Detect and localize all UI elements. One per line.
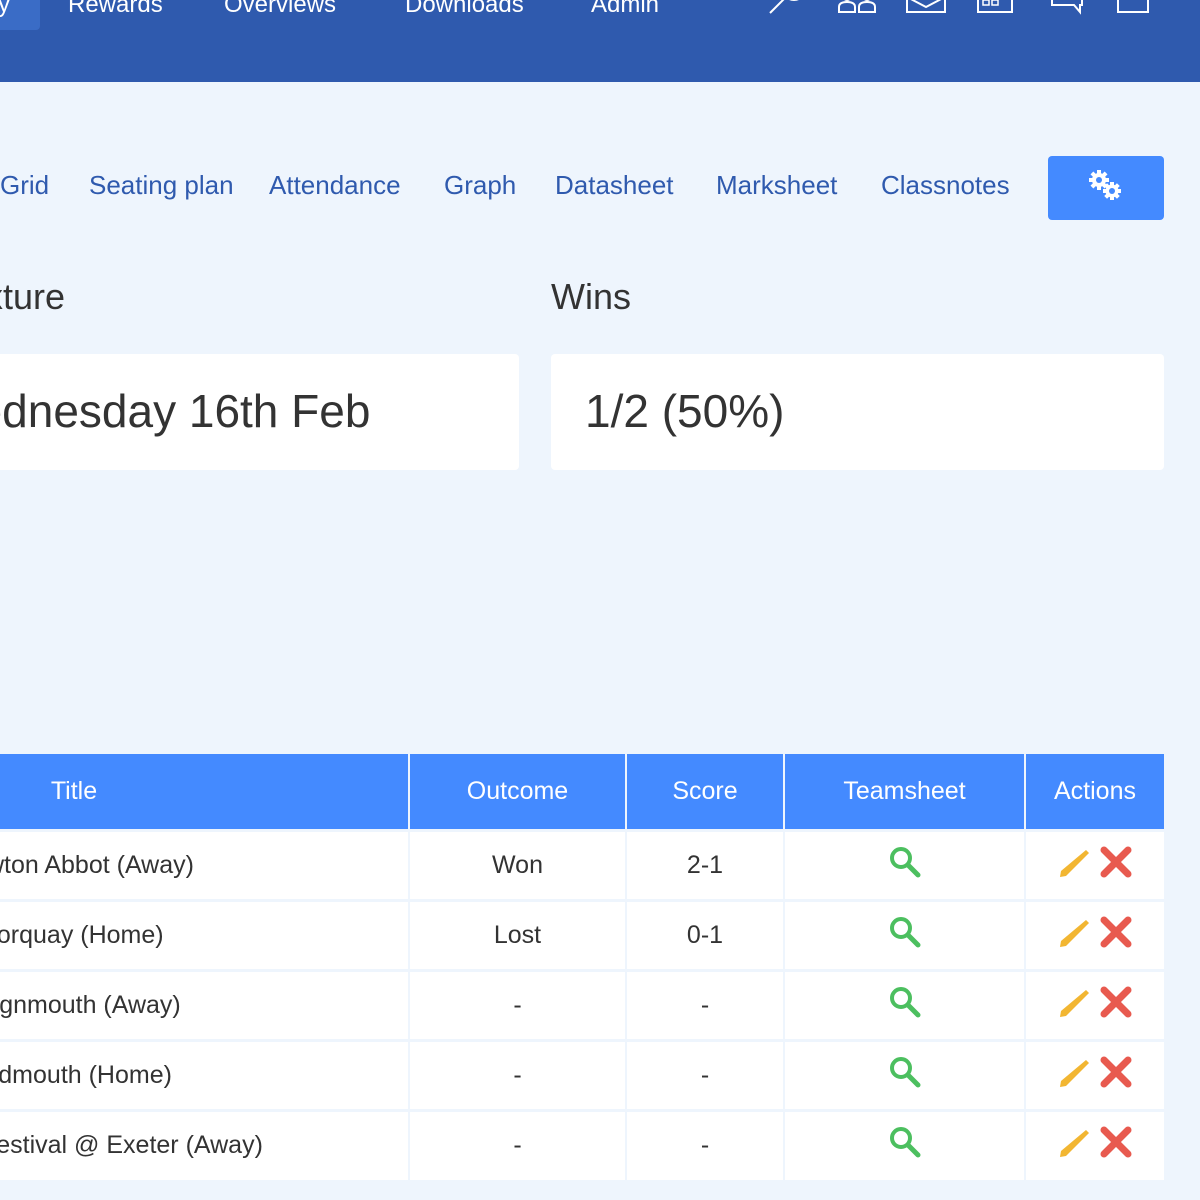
edit-pencil-icon[interactable] (1056, 984, 1092, 1027)
gears-icon (1086, 168, 1126, 209)
tab-label: Graph (444, 170, 517, 200)
fixture-outcome: - (409, 1038, 627, 1110)
mail-icon[interactable] (904, 0, 948, 20)
nav-item-admin[interactable]: Admin (591, 0, 659, 30)
edit-pencil-icon[interactable] (1056, 844, 1092, 887)
tab-label: Attendance (269, 170, 401, 200)
actions-cell (1025, 1108, 1164, 1180)
wins-value: 1/2 (50%) (585, 385, 785, 437)
teamsheet-cell (784, 828, 1026, 900)
chat-icon[interactable] (1042, 0, 1086, 20)
teamsheet-cell (784, 968, 1026, 1040)
tab-label: Classnotes (881, 170, 1010, 200)
fixtures-table: Title Outcome Score Teamsheet Actions Ne… (0, 754, 1164, 1180)
fixture-title: Teignmouth (Away) (0, 968, 410, 1040)
fixture-title: Sidmouth (Home) (0, 1038, 410, 1110)
table-row: Sidmouth (Home) - - (0, 1038, 1164, 1110)
table-row: Teignmouth (Away) - - (0, 968, 1164, 1040)
fixture-score: - (626, 1108, 785, 1180)
tab-label: Datasheet (555, 170, 674, 200)
nav-item-label: Overviews (224, 0, 337, 18)
tab-marksheet[interactable]: Marksheet (716, 170, 837, 201)
edit-note-icon[interactable] (1112, 0, 1156, 20)
edit-pencil-icon[interactable] (1056, 1054, 1092, 1097)
tab-graph[interactable]: Graph (444, 170, 516, 201)
nav-item-overviews[interactable]: Overviews (224, 0, 336, 30)
fixture-score: 2-1 (626, 828, 785, 900)
view-teamsheet-icon[interactable] (887, 844, 923, 887)
search-icon[interactable] (766, 0, 810, 20)
actions-cell (1025, 1038, 1164, 1110)
teamsheet-cell (784, 1108, 1026, 1180)
tab-label: Grid (0, 170, 50, 200)
next-fixture-label: Next fixture (0, 276, 66, 317)
actions-cell (1025, 968, 1164, 1040)
fixture-title: Football Festival @ Exeter (Away) (0, 1108, 410, 1180)
delete-cross-icon[interactable] (1098, 1124, 1134, 1167)
view-teamsheet-icon[interactable] (887, 984, 923, 1027)
view-teamsheet-icon[interactable] (887, 914, 923, 957)
fixture-outcome: - (409, 968, 627, 1040)
table-row: Newton Abbot (Away) Won 2-1 (0, 828, 1164, 900)
fixture-score: - (626, 968, 785, 1040)
fixture-title: Newton Abbot (Away) (0, 828, 410, 900)
column-header-outcome[interactable]: Outcome (409, 754, 627, 830)
tab-attendance[interactable]: Attendance (269, 170, 401, 201)
column-header-title[interactable]: Title (0, 754, 410, 830)
fixture-outcome: Lost (409, 898, 627, 970)
view-teamsheet-icon[interactable] (887, 1054, 923, 1097)
edit-pencil-icon[interactable] (1056, 1124, 1092, 1167)
edit-pencil-icon[interactable] (1056, 914, 1092, 957)
view-teamsheet-icon[interactable] (887, 1124, 923, 1167)
table-header-row: Title Outcome Score Teamsheet Actions (0, 754, 1164, 830)
tab-classnotes[interactable]: Classnotes (881, 170, 1010, 201)
nav-item-label: Downloads (405, 0, 524, 18)
nav-item-label: Rewards (68, 0, 163, 18)
delete-cross-icon[interactable] (1098, 844, 1134, 887)
teamsheet-cell (784, 1038, 1026, 1110)
tab-label: Marksheet (716, 170, 838, 200)
teamsheet-cell (784, 898, 1026, 970)
table-row: Football Festival @ Exeter (Away) - - (0, 1108, 1164, 1180)
users-icon[interactable] (835, 0, 879, 20)
wins-label: Wins (551, 276, 631, 317)
column-header-score[interactable]: Score (626, 754, 785, 830)
actions-cell (1025, 898, 1164, 970)
fixture-score: 0-1 (626, 898, 785, 970)
nav-item-label: Admin (591, 0, 660, 18)
next-fixture-value: Wednesday 16th Feb (0, 385, 371, 437)
fixture-score: - (626, 1038, 785, 1110)
settings-button[interactable] (1048, 156, 1164, 220)
fixture-outcome: - (409, 1108, 627, 1180)
nav-item-downloads[interactable]: Downloads (405, 0, 524, 30)
calendar-icon[interactable] (973, 0, 1017, 20)
table-row: Torquay (Home) Lost 0-1 (0, 898, 1164, 970)
delete-cross-icon[interactable] (1098, 984, 1134, 1027)
delete-cross-icon[interactable] (1098, 1054, 1134, 1097)
column-header-actions: Actions (1025, 754, 1164, 830)
tab-datasheet[interactable]: Datasheet (555, 170, 674, 201)
nav-item-rewards[interactable]: Rewards (68, 0, 163, 30)
tab-grid[interactable]: Grid (0, 170, 49, 201)
tab-seating-plan[interactable]: Seating plan (89, 170, 234, 201)
nav-item-activity[interactable]: y (0, 0, 40, 30)
actions-cell (1025, 828, 1164, 900)
fixture-title: Torquay (Home) (0, 898, 410, 970)
top-nav-bar: y Rewards Overviews Downloads Admin (0, 0, 1200, 82)
delete-cross-icon[interactable] (1098, 914, 1134, 957)
fixture-outcome: Won (409, 828, 627, 900)
column-header-teamsheet: Teamsheet (784, 754, 1026, 830)
nav-item-label: y (0, 0, 10, 18)
tab-label: Seating plan (89, 170, 234, 200)
